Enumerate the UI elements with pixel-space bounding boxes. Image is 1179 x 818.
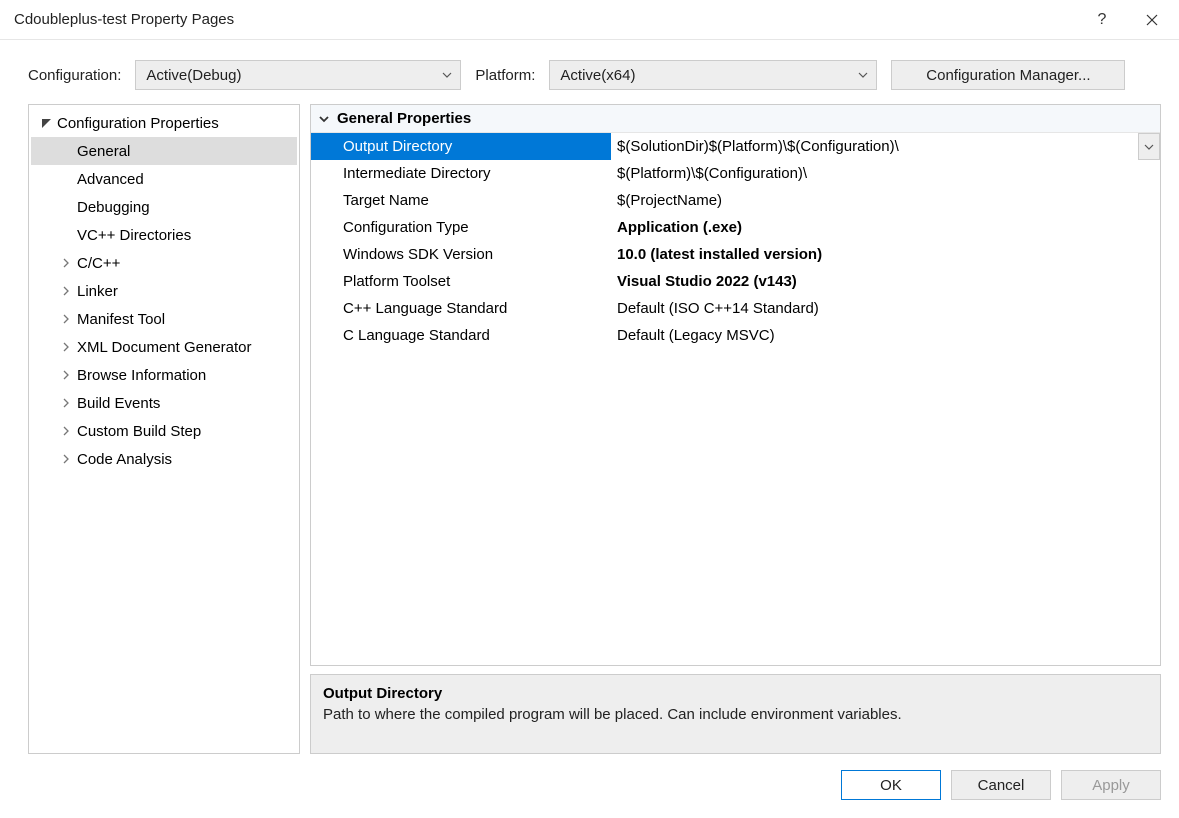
apply-button: Apply [1061,770,1161,800]
tree-item-label: Linker [77,283,118,300]
properties-body: Output Directory$(SolutionDir)$(Platform… [311,133,1160,665]
configuration-label: Configuration: [28,67,121,84]
tree-item-label: General [77,143,130,160]
tree-panel[interactable]: Configuration Properties General Advanced… [28,104,300,754]
tree-item[interactable]: Code Analysis [31,445,297,473]
tree-item-label: Debugging [77,199,150,216]
configuration-manager-button[interactable]: Configuration Manager... [891,60,1125,90]
property-row[interactable]: C Language StandardDefault (Legacy MSVC) [311,322,1160,349]
chevron-down-icon [315,115,333,123]
property-name: Target Name [311,187,611,214]
tree-item-label: XML Document Generator [77,339,252,356]
collapse-icon [39,116,53,130]
help-button[interactable]: ? [1079,0,1125,40]
property-row[interactable]: Target Name$(ProjectName) [311,187,1160,214]
chevron-down-icon [442,70,452,80]
tree-item[interactable]: XML Document Generator [31,333,297,361]
property-name: Intermediate Directory [311,160,611,187]
property-value[interactable]: Application (.exe) [611,214,1160,241]
property-value[interactable]: Default (ISO C++14 Standard) [611,295,1160,322]
property-row[interactable]: Intermediate Directory$(Platform)\$(Conf… [311,160,1160,187]
cancel-button[interactable]: Cancel [951,770,1051,800]
property-row[interactable]: Configuration TypeApplication (.exe) [311,214,1160,241]
chevron-down-icon [858,70,868,80]
tree-item-label: Custom Build Step [77,423,201,440]
expand-icon [59,312,73,326]
property-name: Configuration Type [311,214,611,241]
expand-icon [59,424,73,438]
tree-item[interactable]: Linker [31,277,297,305]
value-dropdown-button[interactable] [1138,133,1160,160]
tree-item[interactable]: C/C++ [31,249,297,277]
tree-item[interactable]: General [31,137,297,165]
property-value[interactable]: $(Platform)\$(Configuration)\ [611,160,1160,187]
tree-item-label: Code Analysis [77,451,172,468]
top-controls: Configuration: Active(Debug) Platform: A… [0,40,1179,104]
property-row[interactable]: Platform ToolsetVisual Studio 2022 (v143… [311,268,1160,295]
blank-icon [59,144,73,158]
expand-icon [59,368,73,382]
blank-icon [59,200,73,214]
properties-header-label: General Properties [337,110,471,127]
main-area: Configuration Properties General Advanced… [0,104,1179,766]
tree-root[interactable]: Configuration Properties [31,109,297,137]
tree-item[interactable]: Debugging [31,193,297,221]
right-column: General Properties Output Directory$(Sol… [310,104,1161,754]
tree-item-label: C/C++ [77,255,120,272]
property-row[interactable]: Output Directory$(SolutionDir)$(Platform… [311,133,1160,160]
property-value[interactable]: Default (Legacy MSVC) [611,322,1160,349]
property-value[interactable]: 10.0 (latest installed version) [611,241,1160,268]
tree-item-label: Build Events [77,395,160,412]
titlebar: Cdoubleplus-test Property Pages ? [0,0,1179,40]
chevron-down-icon [1144,144,1154,150]
tree-item-label: Browse Information [77,367,206,384]
blank-icon [59,228,73,242]
property-value[interactable]: $(ProjectName) [611,187,1160,214]
help-body: Path to where the compiled program will … [323,706,1148,723]
expand-icon [59,284,73,298]
properties-header[interactable]: General Properties [311,105,1160,133]
expand-icon [59,256,73,270]
property-name: C Language Standard [311,322,611,349]
tree-item[interactable]: Manifest Tool [31,305,297,333]
property-row[interactable]: Windows SDK Version10.0 (latest installe… [311,241,1160,268]
tree-item[interactable]: VC++ Directories [31,221,297,249]
tree-item[interactable]: Advanced [31,165,297,193]
close-button[interactable] [1125,0,1179,40]
platform-label: Platform: [475,67,535,84]
window-title: Cdoubleplus-test Property Pages [14,11,234,28]
property-name: Output Directory [311,133,611,160]
property-name: C++ Language Standard [311,295,611,322]
help-title: Output Directory [323,685,1148,702]
help-panel: Output Directory Path to where the compi… [310,674,1161,754]
ok-button[interactable]: OK [841,770,941,800]
close-icon [1146,14,1158,26]
bottom-buttons: OK Cancel Apply [0,766,1179,818]
blank-icon [59,172,73,186]
configuration-combo[interactable]: Active(Debug) [135,60,461,90]
expand-icon [59,396,73,410]
tree-item[interactable]: Custom Build Step [31,417,297,445]
property-value[interactable]: Visual Studio 2022 (v143) [611,268,1160,295]
tree-root-label: Configuration Properties [57,115,219,132]
property-name: Windows SDK Version [311,241,611,268]
property-value[interactable]: $(SolutionDir)$(Platform)\$(Configuratio… [611,133,1160,160]
platform-combo[interactable]: Active(x64) [549,60,877,90]
configuration-value: Active(Debug) [146,67,241,84]
platform-value: Active(x64) [560,67,635,84]
expand-icon [59,452,73,466]
tree-item[interactable]: Build Events [31,389,297,417]
tree-item[interactable]: Browse Information [31,361,297,389]
expand-icon [59,340,73,354]
property-name: Platform Toolset [311,268,611,295]
property-row[interactable]: C++ Language StandardDefault (ISO C++14 … [311,295,1160,322]
tree-item-label: Manifest Tool [77,311,165,328]
tree-item-label: VC++ Directories [77,227,191,244]
properties-panel: General Properties Output Directory$(Sol… [310,104,1161,666]
tree-item-label: Advanced [77,171,144,188]
